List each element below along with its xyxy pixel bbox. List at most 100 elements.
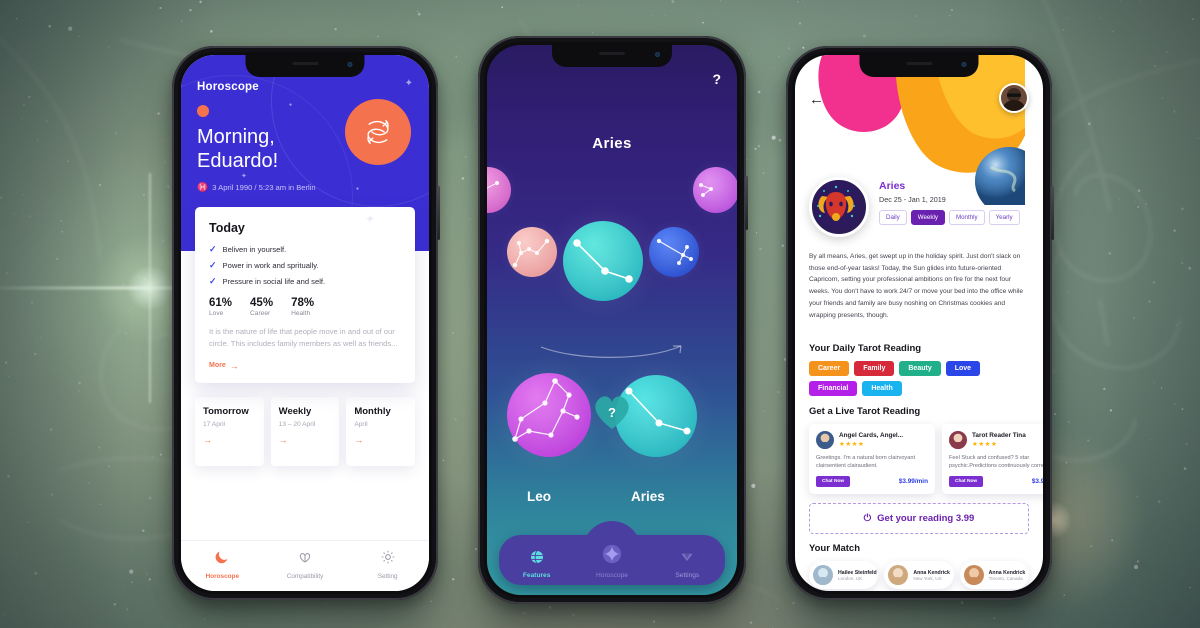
sparkle-icon: ✦ [404,78,413,89]
match-card[interactable]: Anna Kendrick New York, US [884,561,954,589]
stat-item: 61% Love [209,297,232,317]
reading-paragraph: By all means, Aries, get swept up in the… [809,253,1024,319]
leo-match-planet[interactable] [487,352,612,478]
stat-value: 61% [209,296,233,309]
nav-item-compatibility[interactable]: Compatibility [264,549,347,580]
globe-icon [529,549,545,570]
nav-item-label: Horoscope [205,573,240,580]
check-icon: ✓ [209,275,217,286]
tile-title: Tomorrow [203,405,249,417]
tarot-chip-financial[interactable]: Financial [809,381,858,396]
match-location: Toronto, Canada [988,575,1023,581]
reader-price: $3.99/min [898,478,928,485]
tarot-chip-beauty[interactable]: Beauty [899,361,941,376]
tab-yearly[interactable]: Yearly [988,210,1020,225]
period-tile[interactable]: Monthly April → [346,396,416,466]
phone-mockup-right: ← Aries Dec 25 - Jan 1, 2019 Daily Weekl… [786,46,1054,600]
get-reading-button[interactable]: ⏻ Get your reading 3.99 [809,503,1029,534]
reader-card[interactable]: Angel Cards, Angel... ★★★★ Greetings. I'… [809,424,935,494]
rating-stars: ★★★★ [972,441,998,448]
list-item-label: Power in work and spritually. [222,261,319,271]
more-link[interactable]: More → [209,361,401,371]
tarot-chip-career[interactable]: Career [809,361,850,376]
lens-flare-spike-vertical [148,173,152,403]
reader-avatar [816,431,834,449]
nav-item-label: Setting [377,573,398,580]
match-avatar [963,565,984,585]
list-item: ✓ Beliven in yourself. [209,244,401,255]
nav-item-setting[interactable]: Setting [346,549,429,580]
period-tabs: Daily Weekly Monthly Yearly [879,210,1029,225]
reader-description: Feel Stuck and confused? 5 star psychic.… [949,455,1043,470]
period-tile[interactable]: Tomorrow 17 April → [195,396,264,466]
phone-mockup-center: ? Aries ? Leo Aries Features Horoscope S… [478,36,748,604]
match-right-label: Aries [631,489,665,504]
match-name: Anna Kendrick [988,569,1026,576]
stat-label: Love [209,309,224,317]
sparkle-icon: ● [289,102,293,108]
gemini-planet[interactable] [684,158,737,222]
match-heading: Your Match [809,543,861,554]
sign-name: Aries [879,180,906,192]
today-card: ✦ Today ✓ Beliven in yourself. ✓ Power i… [195,207,415,383]
speaker-icon [599,52,625,55]
reader-card[interactable]: Tarot Reader Tina ★★★★ Feel Stuck and co… [942,424,1043,494]
stat-value: 45% [250,296,274,309]
chat-now-button[interactable]: Chat Now [816,476,851,487]
rating-stars: ★★★★ [839,441,865,448]
aries-planet[interactable] [542,200,664,322]
nav-item-horoscope[interactable]: Horoscope [181,549,264,580]
moon-icon [214,549,230,570]
tarot-chip-health[interactable]: Health [862,381,902,396]
reader-name: Tarot Reader Tina [972,432,1026,439]
list-item: ✓ Power in work and spritually. [209,260,401,271]
cta-label: Get your reading 3.99 [877,513,975,524]
match-card[interactable]: Hailee Steinfeld London, UK [809,561,879,589]
tab-monthly[interactable]: Monthly [948,210,985,225]
user-avatar[interactable] [999,83,1029,113]
selected-sign-label: Aries [592,135,632,152]
chat-now-button[interactable]: Chat Now [949,476,984,487]
stat-item: 45% Career [250,297,273,317]
speaker-icon [906,62,932,65]
match-connector-heart: ? [592,393,632,433]
arrow-right-icon: → [354,434,364,445]
aquarius-planet[interactable] [487,158,520,222]
list-item-label: Pressure in social life and self. [222,276,326,286]
reader-name: Angel Cards, Angel... [839,432,904,439]
period-tile[interactable]: Weekly 13 – 20 April → [270,396,340,466]
back-button[interactable]: ← [809,91,824,108]
tarot-chip-love[interactable]: Love [945,361,981,376]
nav-item-label: Horoscope [596,572,628,579]
pisces-icon[interactable] [345,99,411,165]
phone1-screen: ✦ ✦ ● ● Horoscope Morning, Eduardo! ♓ 3 A… [181,55,429,591]
nav-item-horoscope[interactable]: Horoscope [574,543,649,579]
arrow-right-icon: → [203,434,212,445]
match-card[interactable]: Anna Kendrick Toronto, Canada [959,561,1029,589]
nav-item-settings[interactable]: Settings [650,549,725,579]
phone3-screen: ← Aries Dec 25 - Jan 1, 2019 Daily Weekl… [795,55,1043,591]
camera-icon [655,52,660,57]
tab-daily[interactable]: Daily [879,210,907,225]
stat-label: Career [250,309,271,317]
tab-weekly[interactable]: Weekly [910,210,945,225]
sagittarius-planet[interactable] [640,218,708,286]
match-list: Hailee Steinfeld London, UK Anna Kendric… [809,561,1029,589]
phone-mockup-left: ✦ ✦ ● ● Horoscope Morning, Eduardo! ♓ 3 A… [172,46,440,600]
diamond-icon [679,549,695,570]
today-description: It is the nature of life that people mov… [209,326,398,349]
tile-title: Monthly [354,405,391,417]
stats-row: 61% Love 45% Career 78% Health [209,297,401,317]
nav-item-features[interactable]: Features [499,549,574,579]
match-location: London, UK [838,575,863,581]
camera-icon [347,62,353,67]
phone2-bottom-nav: Features Horoscope Settings [499,521,725,585]
match-name: Anna Kendrick [913,569,950,576]
stat-label: Health [291,309,311,317]
help-button[interactable]: ? [712,71,721,87]
check-icon: ✓ [209,244,217,255]
tarot-chip-family[interactable]: Family [854,361,895,376]
arrow-right-icon: → [229,360,239,371]
phone3-lower-content: Your Daily Tarot Reading Career Family Bea… [809,343,1043,589]
match-left-label: Leo [527,489,552,504]
